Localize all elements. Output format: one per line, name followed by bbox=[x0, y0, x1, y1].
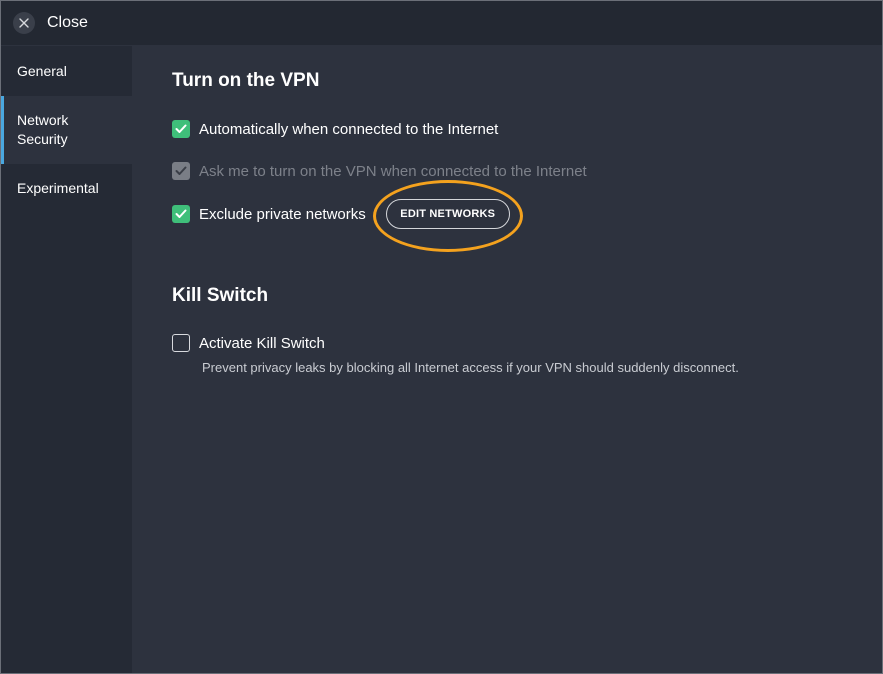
kill-switch-checkbox[interactable] bbox=[172, 334, 190, 352]
auto-connect-label: Automatically when connected to the Inte… bbox=[199, 120, 499, 138]
network-security-panel: Turn on the VPN Automatically when conne… bbox=[132, 46, 882, 673]
edit-networks-label: EDIT NETWORKS bbox=[400, 208, 496, 220]
auto-connect-option[interactable]: Automatically when connected to the Inte… bbox=[172, 120, 498, 138]
close-label[interactable]: Close bbox=[47, 14, 88, 32]
checkmark-icon bbox=[175, 166, 187, 175]
kill-switch-label: Activate Kill Switch bbox=[199, 334, 325, 352]
vpn-section-title: Turn on the VPN bbox=[172, 70, 320, 91]
checkmark-icon bbox=[175, 209, 187, 218]
kill-switch-description: Prevent privacy leaks by blocking all In… bbox=[202, 360, 739, 375]
exclude-private-networks-checkbox[interactable] bbox=[172, 205, 190, 223]
ask-to-turn-on-checkbox bbox=[172, 162, 190, 180]
ask-to-turn-on-label: Ask me to turn on the VPN when connected… bbox=[199, 162, 587, 180]
sidebar-item-label: Experimental bbox=[17, 179, 99, 196]
ask-to-turn-on-option: Ask me to turn on the VPN when connected… bbox=[172, 162, 587, 180]
auto-connect-checkbox[interactable] bbox=[172, 120, 190, 138]
title-bar: Close bbox=[1, 1, 882, 45]
close-button[interactable]: Close bbox=[13, 12, 88, 34]
exclude-private-networks-label: Exclude private networks bbox=[199, 205, 366, 223]
sidebar-item-label: General bbox=[17, 62, 67, 79]
sidebar-item-experimental[interactable]: Experimental bbox=[1, 164, 132, 212]
checkmark-icon bbox=[175, 124, 187, 133]
sidebar: General Network Security Experimental bbox=[1, 46, 132, 673]
sidebar-item-general[interactable]: General bbox=[1, 46, 132, 96]
kill-switch-option[interactable]: Activate Kill Switch bbox=[172, 334, 325, 352]
edit-networks-button[interactable]: EDIT NETWORKS bbox=[372, 180, 523, 252]
exclude-private-networks-option[interactable]: Exclude private networks EDIT NETWORKS bbox=[172, 180, 523, 252]
settings-window: Close General Network Security Experimen… bbox=[0, 0, 883, 674]
kill-switch-section-title: Kill Switch bbox=[172, 285, 269, 306]
sidebar-item-network-security[interactable]: Network Security bbox=[1, 96, 132, 164]
sidebar-item-label: Network Security bbox=[17, 112, 69, 147]
close-icon[interactable] bbox=[13, 12, 35, 34]
